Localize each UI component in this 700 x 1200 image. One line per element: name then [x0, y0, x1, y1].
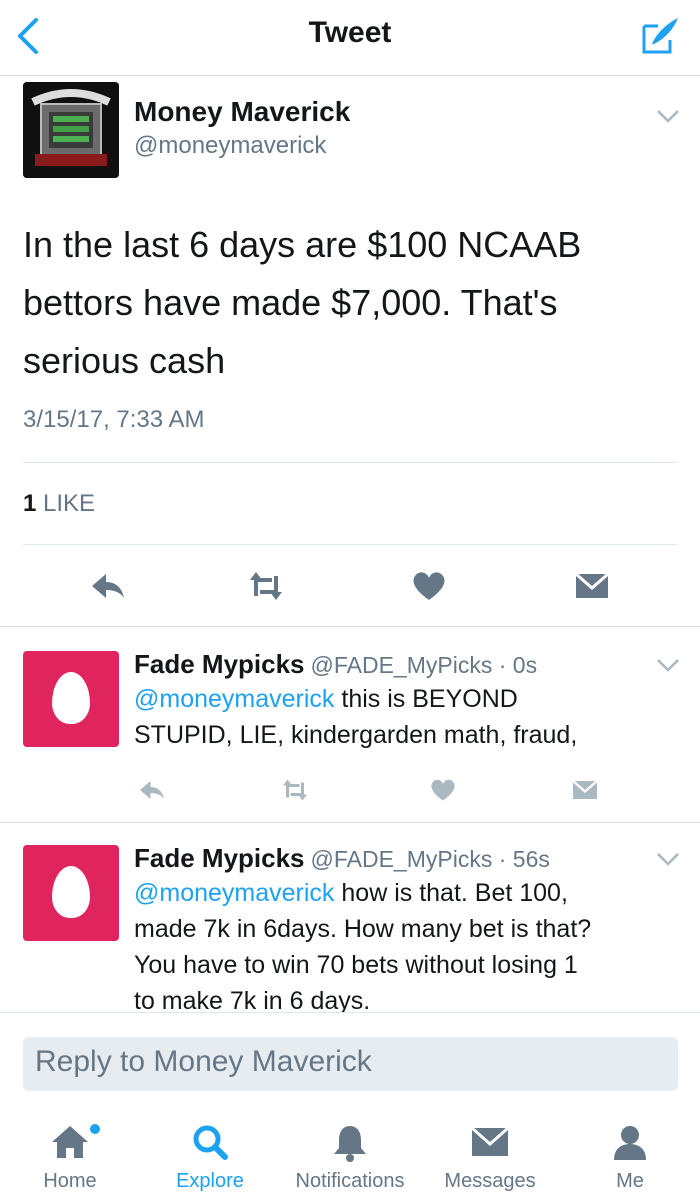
reply-author-name[interactable]: Fade Mypicks [134, 649, 305, 679]
author-handle[interactable]: @moneymaverick [134, 132, 326, 160]
money-maverick-logo [23, 82, 119, 178]
page-title: Tweet [308, 16, 392, 49]
mention-link[interactable]: @moneymaverick [134, 685, 334, 713]
reply-icon[interactable] [88, 566, 128, 606]
direct-message-icon[interactable] [572, 566, 612, 606]
default-egg-icon [52, 672, 90, 724]
bell-icon [334, 1126, 366, 1162]
search-icon [193, 1125, 228, 1160]
reply-text: @moneymaverick this is BEYOND STUPID, LI… [134, 685, 578, 749]
chevron-down-icon[interactable] [655, 108, 681, 124]
tab-home[interactable]: Home [0, 1122, 140, 1193]
avatar[interactable] [23, 651, 119, 747]
reply-author-handle[interactable]: @FADE_MyPicks · 56s [311, 846, 550, 872]
tab-explore[interactable]: Explore [140, 1122, 280, 1193]
reply-icon[interactable] [137, 775, 167, 805]
person-icon [614, 1126, 646, 1160]
navigation-bar: Tweet [0, 0, 700, 76]
divider [23, 544, 677, 545]
reply-input[interactable]: Reply to Money Maverick [23, 1037, 678, 1091]
tab-notifications[interactable]: Notifications [280, 1122, 420, 1193]
like-count[interactable]: 1 LIKE [23, 490, 95, 518]
reply-author-handle[interactable]: @FADE_MyPicks · 0s [311, 652, 538, 678]
tweet-timestamp: 3/15/17, 7:33 AM [23, 406, 205, 433]
home-icon [52, 1126, 88, 1158]
tweet-text: In the last 6 days are $100 NCAAB bettor… [23, 224, 582, 381]
avatar[interactable] [23, 82, 119, 178]
chevron-down-icon[interactable] [655, 657, 681, 673]
tab-bar: Home Explore Notifications Messages Me [0, 1104, 700, 1200]
compose-tweet-icon[interactable] [638, 14, 682, 58]
heart-icon[interactable] [428, 775, 458, 805]
divider [23, 462, 677, 463]
reply-text: @moneymaverick how is that. Bet 100, mad… [134, 879, 592, 1015]
tab-me[interactable]: Me [560, 1122, 700, 1193]
retweet-icon[interactable] [246, 566, 286, 606]
reply-tweet[interactable]: Fade Mypicks @FADE_MyPicks · 0s @moneymav… [0, 626, 700, 822]
reply-header: Fade Mypicks @FADE_MyPicks · 0s [134, 649, 537, 680]
tab-messages[interactable]: Messages [420, 1122, 560, 1193]
retweet-icon[interactable] [280, 775, 310, 805]
mention-link[interactable]: @moneymaverick [134, 879, 334, 907]
direct-message-icon[interactable] [570, 775, 600, 805]
reply-header: Fade Mypicks @FADE_MyPicks · 56s [134, 843, 550, 874]
chevron-down-icon[interactable] [655, 851, 681, 867]
default-egg-icon [52, 866, 90, 918]
notification-dot [90, 1124, 100, 1134]
author-name[interactable]: Money Maverick [134, 96, 350, 128]
reply-tweet[interactable]: Fade Mypicks @FADE_MyPicks · 56s @moneyma… [0, 822, 700, 1015]
avatar[interactable] [23, 845, 119, 941]
reply-author-name[interactable]: Fade Mypicks [134, 843, 305, 873]
reply-composer-bar: Reply to Money Maverick [0, 1012, 700, 1104]
heart-icon[interactable] [409, 566, 449, 606]
envelope-icon [471, 1126, 509, 1156]
